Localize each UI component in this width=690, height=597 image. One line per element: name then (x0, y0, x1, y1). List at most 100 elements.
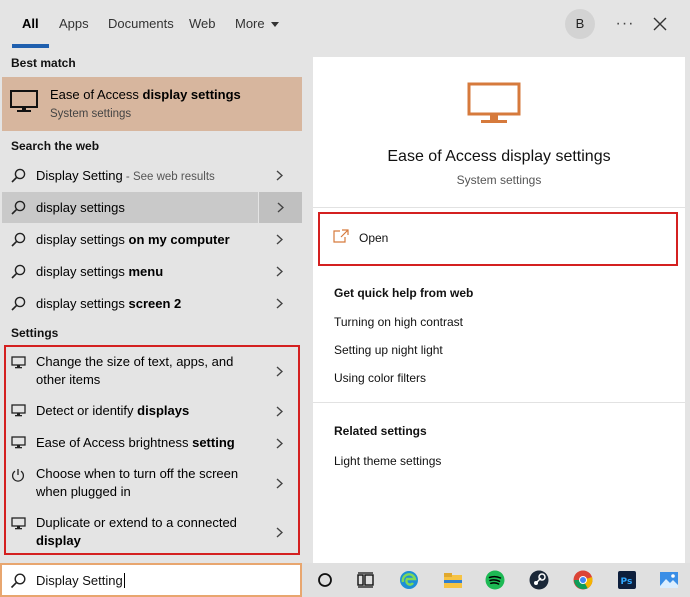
photoshop-icon[interactable]: Ps (616, 569, 638, 591)
expand-arrow[interactable] (258, 348, 302, 394)
expand-arrow[interactable] (258, 396, 302, 426)
quick-help-heading: Get quick help from web (334, 286, 474, 300)
web-result-bold: on my computer (128, 232, 230, 247)
web-result-item[interactable]: display settings (2, 192, 302, 223)
search-web-heading: Search the web (11, 139, 100, 153)
best-match-heading: Best match (11, 56, 76, 70)
related-settings-heading: Related settings (334, 424, 427, 438)
chrome-icon[interactable] (572, 569, 594, 591)
settings-item-plain: Ease of Access brightness (36, 435, 193, 450)
ellipsis-icon[interactable]: ··· (613, 9, 637, 39)
related-settings-link[interactable]: Light theme settings (334, 454, 441, 468)
web-result-text: display settings (36, 192, 125, 223)
web-result-plain: display settings (36, 232, 129, 247)
settings-item-text: Choose when to turn off the screen when p… (36, 465, 256, 501)
steam-icon[interactable] (528, 569, 550, 591)
search-input[interactable]: Display Setting (0, 563, 302, 597)
settings-item-plain: Detect or identify (36, 403, 138, 418)
search-icon (11, 168, 26, 183)
search-icon (11, 200, 26, 215)
settings-item-line2-bold: display (36, 533, 81, 548)
expand-arrow[interactable] (258, 288, 302, 319)
tab-more[interactable]: More (235, 0, 279, 48)
settings-item[interactable]: Change the size of text, apps, and other … (2, 348, 302, 394)
spotify-icon[interactable] (484, 569, 506, 591)
tab-all[interactable]: All (22, 0, 39, 48)
expand-arrow[interactable] (258, 428, 302, 458)
best-match-title-plain: Ease of Access (50, 87, 143, 102)
tab-more-label: More (235, 16, 265, 31)
settings-item[interactable]: Duplicate or extend to a connected displa… (2, 509, 302, 555)
web-result-text: display settings menu (36, 256, 163, 287)
tab-documents[interactable]: Documents (108, 0, 174, 48)
search-query: Display Setting (36, 573, 123, 588)
tab-apps[interactable]: Apps (59, 0, 89, 48)
settings-item-text: Change the size of text, apps, and other … (36, 353, 256, 389)
edge-icon[interactable] (398, 569, 420, 591)
web-result-suffix: - See web results (122, 171, 215, 183)
web-result-plain: display settings (36, 200, 125, 215)
monitor-icon (467, 82, 521, 123)
results-pane: Best match Ease of Access display settin… (0, 48, 302, 563)
expand-arrow[interactable] (258, 460, 302, 506)
tab-web[interactable]: Web (189, 0, 216, 48)
search-input-value: Display Setting (36, 573, 125, 588)
settings-item[interactable]: Choose when to turn off the screen when p… (2, 460, 302, 506)
best-match-item[interactable]: Ease of Access display settings System s… (2, 77, 302, 131)
open-label: Open (359, 231, 389, 245)
settings-item-text: Ease of Access brightness setting (36, 434, 256, 452)
taskbar: Ps (302, 563, 690, 597)
chevron-right-icon (276, 527, 283, 538)
settings-item-text: Duplicate or extend to a connected displa… (36, 514, 256, 550)
divider (313, 207, 685, 208)
web-result-bold: menu (128, 264, 164, 279)
chevron-right-icon (276, 478, 283, 489)
monitor-icon (11, 404, 26, 417)
web-result-item[interactable]: Display Setting - See web results (2, 160, 302, 191)
settings-item-line1: Duplicate or extend to a connected (36, 515, 237, 530)
settings-item-line1: Change the size of text, apps, and (36, 354, 234, 369)
chevron-right-icon (276, 266, 283, 277)
account-avatar[interactable]: B (565, 9, 595, 39)
expand-arrow[interactable] (258, 509, 302, 555)
web-result-text: display settings on my computer (36, 224, 230, 255)
preview-title: Ease of Access display settings (387, 148, 611, 165)
chevron-right-icon (276, 406, 283, 417)
web-result-text: Display Setting - See web results (36, 160, 215, 193)
settings-item[interactable]: Ease of Access brightness setting (2, 428, 302, 458)
file-explorer-icon[interactable] (442, 569, 464, 591)
svg-text:Ps: Ps (621, 577, 633, 587)
web-result-plain: display settings (36, 296, 129, 311)
expand-arrow[interactable] (258, 192, 302, 223)
settings-item-bold: setting (192, 435, 235, 450)
open-button[interactable]: Open (319, 214, 677, 264)
web-result-item[interactable]: display settings menu (2, 256, 302, 287)
quick-help-link[interactable]: Using color filters (334, 371, 426, 385)
search-icon (10, 573, 26, 589)
monitor-icon (11, 356, 26, 369)
expand-arrow[interactable] (258, 256, 302, 287)
settings-item-text: Detect or identify displays (36, 402, 256, 420)
search-icon (11, 296, 26, 311)
settings-heading: Settings (11, 326, 59, 340)
web-result-text: display settings screen 2 (36, 288, 181, 319)
settings-item-line1: Choose when to turn off the screen (36, 466, 239, 481)
quick-help-link[interactable]: Setting up night light (334, 343, 443, 357)
cortana-icon[interactable] (314, 569, 336, 591)
open-icon (333, 229, 349, 243)
task-view-icon[interactable] (354, 569, 376, 591)
close-button[interactable] (647, 9, 673, 39)
photos-icon[interactable] (658, 569, 680, 591)
divider (313, 402, 685, 403)
expand-arrow[interactable] (258, 224, 302, 255)
expand-arrow[interactable] (258, 160, 302, 191)
web-result-item[interactable]: display settings on my computer (2, 224, 302, 255)
search-icon (11, 264, 26, 279)
close-icon (653, 17, 667, 31)
settings-item[interactable]: Detect or identify displays (2, 396, 302, 426)
web-result-item[interactable]: display settings screen 2 (2, 288, 302, 319)
chevron-right-icon (277, 202, 284, 213)
quick-help-link[interactable]: Turning on high contrast (334, 315, 463, 329)
search-tab-bar: All Apps Documents Web More B ··· (0, 0, 690, 48)
text-caret (123, 573, 125, 588)
